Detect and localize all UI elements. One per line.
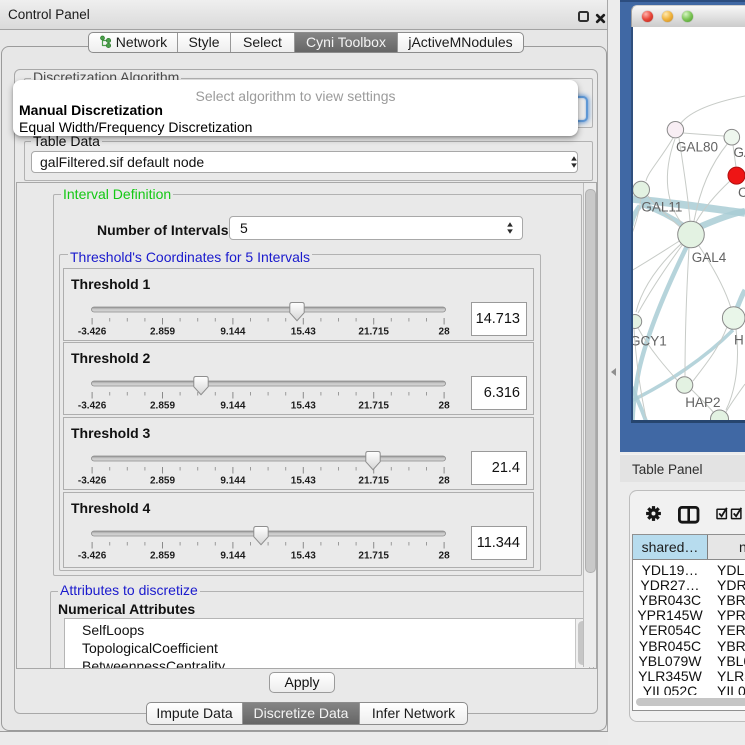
svg-text:9.144: 9.144 [220,550,245,561]
svg-text:GAL80: GAL80 [676,140,718,155]
svg-text:9.144: 9.144 [220,401,245,412]
svg-text:GAL11: GAL11 [641,200,682,215]
svg-text:HAP2: HAP2 [685,395,720,410]
svg-text:28: 28 [439,550,451,561]
svg-text:9.144: 9.144 [220,475,245,486]
svg-text:-3.426: -3.426 [78,326,107,337]
svg-text:21.715: 21.715 [358,401,389,412]
svg-text:28: 28 [439,326,451,337]
svg-text:-3.426: -3.426 [78,475,107,486]
svg-text:C: C [738,185,745,200]
svg-text:2.859: 2.859 [150,326,175,337]
svg-text:15.43: 15.43 [291,550,316,561]
svg-text:GCY1: GCY1 [631,334,667,349]
svg-text:H: H [734,333,744,348]
svg-text:15.43: 15.43 [291,475,316,486]
svg-text:21.715: 21.715 [358,550,389,561]
svg-text:-3.426: -3.426 [78,550,107,561]
svg-text:28: 28 [439,401,451,412]
svg-text:2.859: 2.859 [150,475,175,486]
svg-text:15.43: 15.43 [291,401,316,412]
svg-text:2.859: 2.859 [150,401,175,412]
svg-text:21.715: 21.715 [358,326,389,337]
svg-text:21.715: 21.715 [358,475,389,486]
svg-text:9.144: 9.144 [220,326,245,337]
svg-text:GAL: GAL [734,145,745,160]
svg-text:2.859: 2.859 [150,550,175,561]
svg-text:15.43: 15.43 [291,326,316,337]
svg-text:-3.426: -3.426 [78,401,107,412]
svg-text:GAL4: GAL4 [692,250,727,265]
svg-text:28: 28 [439,475,451,486]
